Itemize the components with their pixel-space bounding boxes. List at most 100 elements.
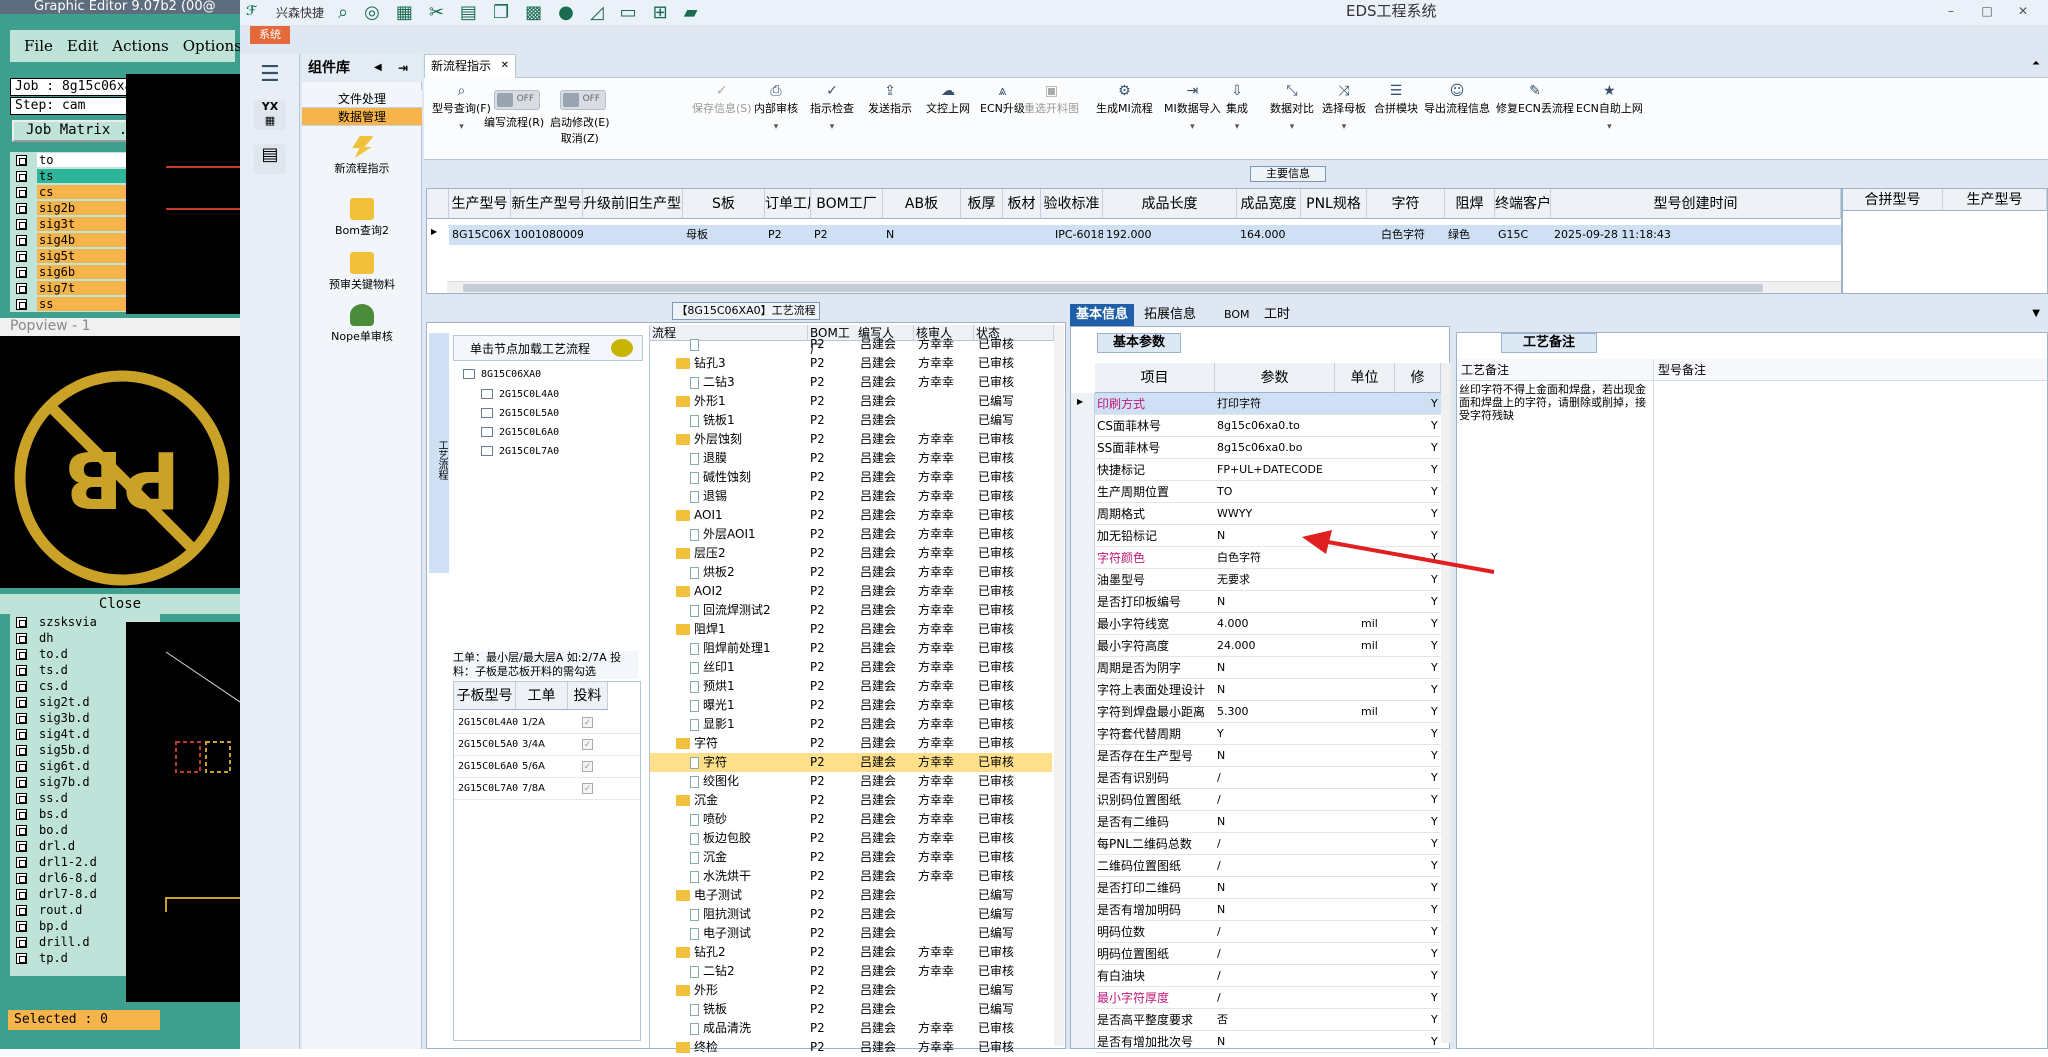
column-header[interactable]: 成品长度: [1103, 189, 1237, 219]
column-header[interactable]: 生产型号: [1943, 189, 2047, 211]
param-value[interactable]: 5.300: [1217, 701, 1335, 723]
flow-row[interactable]: 阻焊前处理1 P2 吕建会 方幸幸 已审核: [650, 639, 1052, 658]
flow-row[interactable]: 字符 P2 吕建会 方幸幸 已审核: [650, 753, 1052, 772]
layer-checkbox[interactable]: [16, 856, 27, 868]
param-row[interactable]: 是否有识别码 / Y: [1095, 767, 1441, 789]
param-row[interactable]: 有白油块 / Y: [1095, 965, 1441, 987]
ribbon-button[interactable]: ✓ 保存信息(S): [692, 82, 752, 116]
ribbon-button[interactable]: ⇪ 发送指示: [868, 82, 912, 116]
feed-checkbox[interactable]: ✓: [582, 717, 593, 728]
table-row[interactable]: 2G15C0L4A0 1/2A ✓: [454, 712, 640, 734]
layer-checkbox[interactable]: [16, 234, 27, 246]
table-cell[interactable]: 2025-09-28 11:18:43: [1551, 225, 1841, 245]
flow-row[interactable]: 外形1 P2 吕建会 已编写: [650, 392, 1052, 411]
layer-checkbox[interactable]: [16, 186, 27, 198]
param-value[interactable]: 8g15c06xa0.to: [1217, 415, 1335, 437]
param-value[interactable]: 打印字符: [1217, 393, 1335, 415]
chart-icon[interactable]: ◿: [590, 2, 604, 23]
table-icon[interactable]: ▦: [396, 2, 413, 23]
scroll-thumb[interactable]: [463, 284, 1763, 292]
ribbon-button[interactable]: ☺ 导出流程信息: [1424, 82, 1490, 116]
param-row[interactable]: SS面菲林号 8g15c06xa0.bo Y: [1095, 437, 1441, 459]
table-cell[interactable]: [583, 225, 683, 245]
flow-row[interactable]: 成品清洗 P2 吕建会 方幸幸 已审核: [650, 1019, 1052, 1038]
copy-icon[interactable]: ❐: [493, 2, 509, 23]
table-cell[interactable]: 192.000: [1103, 225, 1237, 245]
chevron-down-icon[interactable]: ▾: [754, 122, 798, 132]
tab-process-remark[interactable]: 工艺备注: [1501, 333, 1597, 353]
feed-checkbox[interactable]: ✓: [582, 783, 593, 794]
ribbon-button[interactable]: ▣ 重选开料图: [1024, 82, 1079, 116]
param-value[interactable]: WWYY: [1217, 503, 1335, 525]
scissors-icon[interactable]: ✂: [429, 2, 444, 23]
vertical-scrollbar[interactable]: [1054, 325, 1064, 1046]
layer-checkbox[interactable]: [16, 266, 27, 278]
flow-row[interactable]: 退膜 P2 吕建会 方幸幸 已审核: [650, 449, 1052, 468]
table-cell[interactable]: G15C: [1495, 225, 1551, 245]
flow-row[interactable]: 曝光1 P2 吕建会 方幸幸 已审核: [650, 696, 1052, 715]
column-header[interactable]: 单位: [1335, 363, 1395, 393]
lib-item-bom-query[interactable]: Bom查询2: [302, 198, 422, 238]
lib-item-key-material[interactable]: 预审关键物料: [302, 252, 422, 292]
flow-row[interactable]: 退锡 P2 吕建会 方幸幸 已审核: [650, 487, 1052, 506]
table-row[interactable]: 2G15C0L7A0 7/8A ✓: [454, 778, 640, 800]
layer-checkbox[interactable]: [16, 760, 27, 772]
table-cell[interactable]: 10010800091668: [511, 225, 583, 245]
param-value[interactable]: N: [1217, 745, 1335, 767]
menu-actions[interactable]: Actions: [112, 37, 168, 55]
column-header[interactable]: S板: [683, 189, 765, 219]
column-header[interactable]: BOM工厂: [811, 189, 883, 219]
flow-row[interactable]: 层压2 P2 吕建会 方幸幸 已审核: [650, 544, 1052, 563]
layer-checkbox[interactable]: [16, 298, 27, 310]
lib-item-new-flow[interactable]: 新流程指示: [302, 136, 422, 176]
param-row[interactable]: 周期格式 WWYY Y: [1095, 503, 1441, 525]
param-row[interactable]: 明码位置图纸 / Y: [1095, 943, 1441, 965]
collapse-icon[interactable]: ◀: [374, 54, 382, 82]
system-menu-button[interactable]: 系统: [250, 26, 290, 44]
column-header[interactable]: 合拼型号: [1843, 189, 1943, 211]
table-row[interactable]: 2G15C0L6A0 5/6A ✓: [454, 756, 640, 778]
param-row[interactable]: 明码位数 / Y: [1095, 921, 1441, 943]
ribbon-button[interactable]: ★ ECN自助上网 ▾: [1576, 82, 1643, 132]
flow-row[interactable]: 外形 P2 吕建会 已编写: [650, 981, 1052, 1000]
param-row[interactable]: 二维码位置图纸 / Y: [1095, 855, 1441, 877]
column-header[interactable]: 升级前旧生产型号: [583, 189, 683, 219]
layer-checkbox[interactable]: [16, 824, 27, 836]
flow-row[interactable]: 预烘1 P2 吕建会 方幸幸 已审核: [650, 677, 1052, 696]
flow-row[interactable]: 外层AOI1 P2 吕建会 方幸幸 已审核: [650, 525, 1052, 544]
param-row[interactable]: 识别码位置图纸 / Y: [1095, 789, 1441, 811]
yx-module-icon[interactable]: YX ▦: [254, 100, 286, 130]
column-header[interactable]: 参数: [1215, 363, 1335, 393]
tab-info-2[interactable]: BOM: [1218, 304, 1256, 326]
ribbon-button[interactable]: ⚙ 生成MI流程: [1096, 82, 1153, 116]
layer-checkbox[interactable]: [16, 808, 27, 820]
layer-checkbox[interactable]: [16, 648, 27, 660]
ribbon-button[interactable]: ⌕ 型号查询(F) ▾: [432, 82, 491, 132]
flow-row[interactable]: 铣板 P2 吕建会 已编写: [650, 1000, 1052, 1019]
flow-row[interactable]: 阻抗测试 P2 吕建会 已编写: [650, 905, 1052, 924]
layer-checkbox[interactable]: [16, 250, 27, 262]
layer-checkbox[interactable]: [16, 840, 27, 852]
tab-basic-params[interactable]: 基本参数: [1097, 333, 1181, 353]
flow-row[interactable]: 二钻2 P2 吕建会 方幸幸 已审核: [650, 962, 1052, 981]
toggle-switch[interactable]: OFF: [494, 90, 540, 110]
editor-canvas-bottom[interactable]: [126, 622, 241, 1002]
param-row[interactable]: 是否有增加批次号 N Y: [1095, 1031, 1441, 1053]
close-icon[interactable]: ✕: [2016, 4, 2030, 18]
column-header[interactable]: 新生产型号: [511, 189, 583, 219]
flow-row[interactable]: 显影1 P2 吕建会 方幸幸 已审核: [650, 715, 1052, 734]
chat-bubble-icon[interactable]: [611, 339, 633, 357]
chevron-down-icon[interactable]: ▾: [1576, 122, 1643, 132]
column-header[interactable]: 终端客户代码: [1495, 189, 1551, 219]
table-cell[interactable]: 绿色: [1445, 225, 1495, 245]
column-header[interactable]: 字符: [1367, 189, 1445, 219]
param-row[interactable]: CS面菲林号 8g15c06xa0.to Y: [1095, 415, 1441, 437]
layer-checkbox[interactable]: [16, 664, 27, 676]
column-header[interactable]: 修: [1395, 363, 1441, 393]
column-header[interactable]: 阻焊: [1445, 189, 1495, 219]
param-value[interactable]: TO: [1217, 481, 1335, 503]
ribbon-button[interactable]: ⎙ 内部审核 ▾: [754, 82, 798, 132]
column-header[interactable]: 投料: [568, 682, 608, 710]
layer-checkbox[interactable]: [16, 696, 27, 708]
tree-root[interactable]: 8G15C06XA0: [463, 369, 541, 380]
